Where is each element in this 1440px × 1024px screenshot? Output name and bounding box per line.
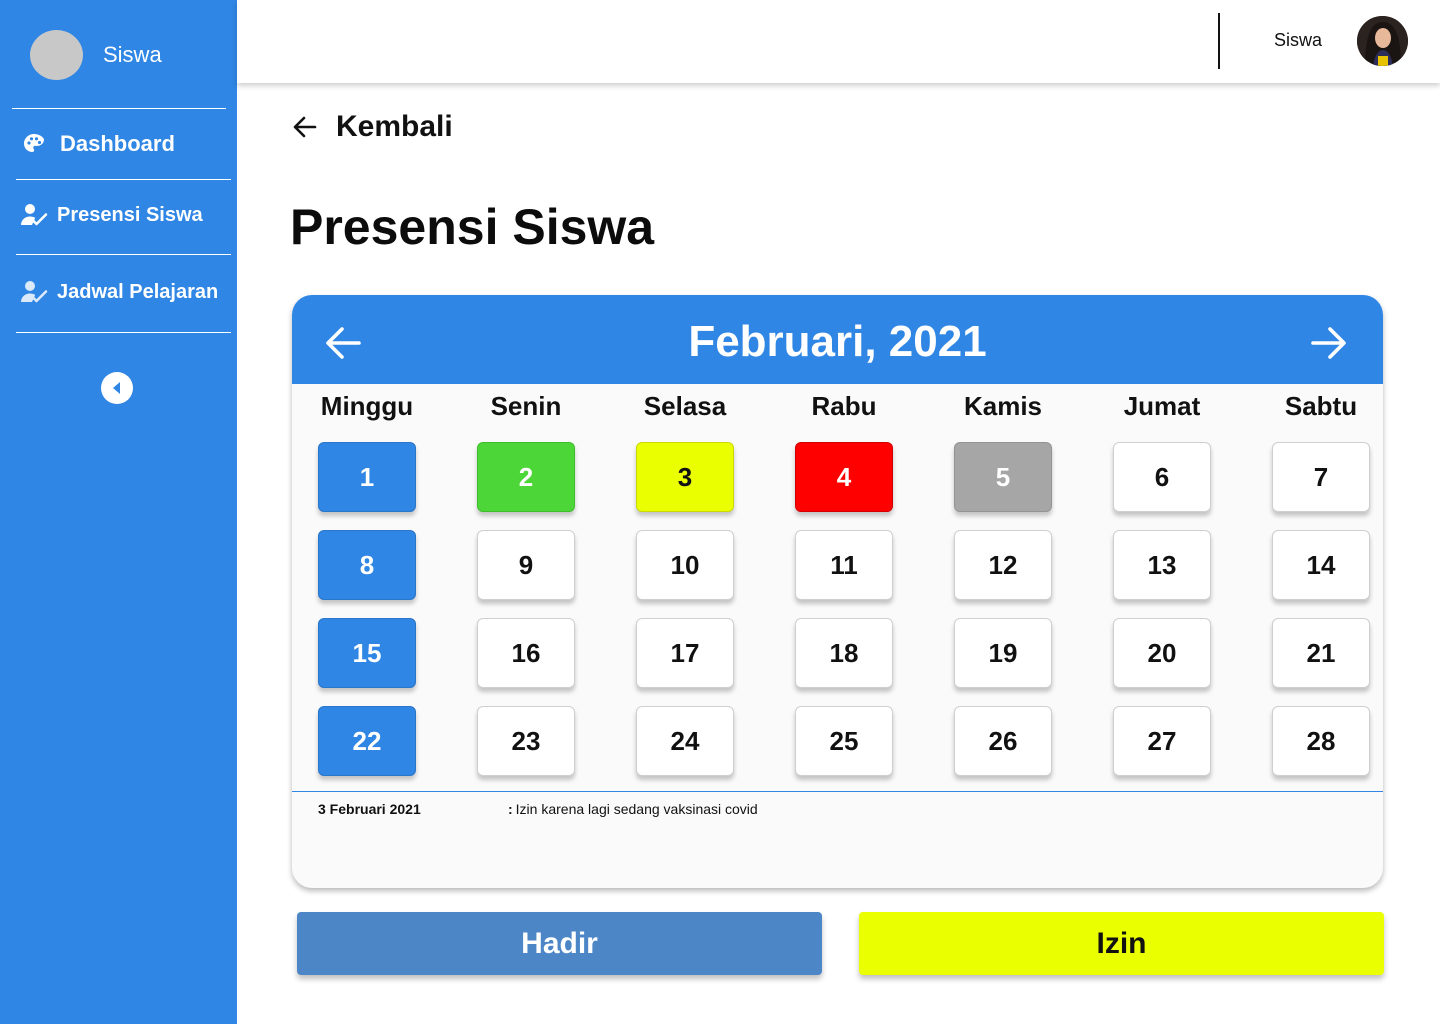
weekday-label: Minggu: [320, 391, 414, 421]
divider: [16, 254, 231, 255]
hadir-button[interactable]: Hadir: [297, 912, 822, 975]
weekday-label: Jumat: [1123, 391, 1201, 421]
weekday-label: Kamis: [963, 391, 1043, 421]
weekday-label: Selasa: [643, 391, 727, 421]
day-cell[interactable]: 20: [1113, 618, 1211, 688]
weekday-label: Rabu: [811, 391, 877, 421]
day-cell[interactable]: 14: [1272, 530, 1370, 600]
divider: [1218, 13, 1220, 69]
divider: [12, 108, 226, 109]
day-cell[interactable]: 21: [1272, 618, 1370, 688]
day-cell[interactable]: 7: [1272, 442, 1370, 512]
izin-button[interactable]: Izin: [859, 912, 1384, 975]
sidebar-item-label: Dashboard: [60, 131, 175, 156]
back-link[interactable]: Kembali: [290, 110, 453, 144]
day-cell[interactable]: 4: [795, 442, 893, 512]
user-name: Siswa: [1274, 30, 1323, 50]
day-cell[interactable]: 19: [954, 618, 1052, 688]
month-label: Februari, 2021: [688, 317, 987, 366]
sidebar-item-jadwal-pelajaran[interactable]: Jadwal Pelajaran: [20, 279, 218, 305]
avatar: [30, 30, 83, 80]
day-cell[interactable]: 17: [636, 618, 734, 688]
day-cell[interactable]: 18: [795, 618, 893, 688]
user-check-icon: [20, 279, 48, 305]
sidebar-item-presensi-siswa[interactable]: Presensi Siswa: [20, 202, 203, 228]
day-cell[interactable]: 28: [1272, 706, 1370, 776]
day-cell[interactable]: 3: [636, 442, 734, 512]
divider: [16, 332, 231, 333]
sidebar-item-label: Presensi Siswa: [57, 203, 203, 226]
day-cell[interactable]: 8: [318, 530, 416, 600]
weekday-label: Sabtu: [1284, 391, 1358, 421]
day-cell[interactable]: 12: [954, 530, 1052, 600]
divider: [292, 791, 1383, 792]
sidebar: Siswa Dashboard Presensi Siswa Jadwal Pe…: [0, 0, 237, 1024]
weekday-label: Senin: [490, 391, 562, 421]
day-cell[interactable]: 15: [318, 618, 416, 688]
day-cell[interactable]: 9: [477, 530, 575, 600]
arrow-left-icon: [290, 112, 320, 142]
day-cell[interactable]: 26: [954, 706, 1052, 776]
top-bar: Siswa: [237, 0, 1440, 83]
calendar-header: Februari, 2021: [292, 295, 1383, 384]
calendar: Februari, 2021 Minggu Senin Selasa Rabu Kami…: [292, 295, 1383, 888]
day-cell[interactable]: 2: [477, 442, 575, 512]
day-cell[interactable]: 22: [318, 706, 416, 776]
sidebar-user: Siswa: [30, 30, 162, 80]
note-description: Izin karena lagi sedang vaksinasi covid: [515, 801, 758, 817]
note-date: 3 Februari 2021: [318, 801, 421, 817]
day-cell[interactable]: 25: [795, 706, 893, 776]
back-label: Kembali: [336, 110, 453, 143]
note-colon: :: [508, 801, 513, 817]
sidebar-item-label: Jadwal Pelajaran: [57, 280, 219, 303]
palette-icon: [22, 132, 46, 156]
page-title: Presensi Siswa: [290, 199, 655, 255]
sidebar-item-dashboard[interactable]: Dashboard: [20, 131, 175, 157]
day-cell[interactable]: 16: [477, 618, 575, 688]
day-cell[interactable]: 24: [636, 706, 734, 776]
day-cell[interactable]: 27: [1113, 706, 1211, 776]
user-check-icon: [20, 202, 48, 228]
sidebar-collapse-button[interactable]: [101, 372, 133, 404]
divider: [16, 179, 231, 180]
day-cell[interactable]: 1: [318, 442, 416, 512]
day-cell[interactable]: 5: [954, 442, 1052, 512]
day-cell[interactable]: 10: [636, 530, 734, 600]
chevron-left-icon: [112, 382, 122, 394]
next-month-icon[interactable]: [1308, 323, 1348, 368]
sidebar-username: Siswa: [103, 42, 162, 67]
day-cell[interactable]: 6: [1113, 442, 1211, 512]
avatar[interactable]: [1357, 16, 1408, 66]
day-cell[interactable]: 23: [477, 706, 575, 776]
note-text: : Izin karena lagi sedang vaksinasi covid: [508, 801, 758, 817]
day-cell[interactable]: 13: [1113, 530, 1211, 600]
day-cell[interactable]: 11: [795, 530, 893, 600]
